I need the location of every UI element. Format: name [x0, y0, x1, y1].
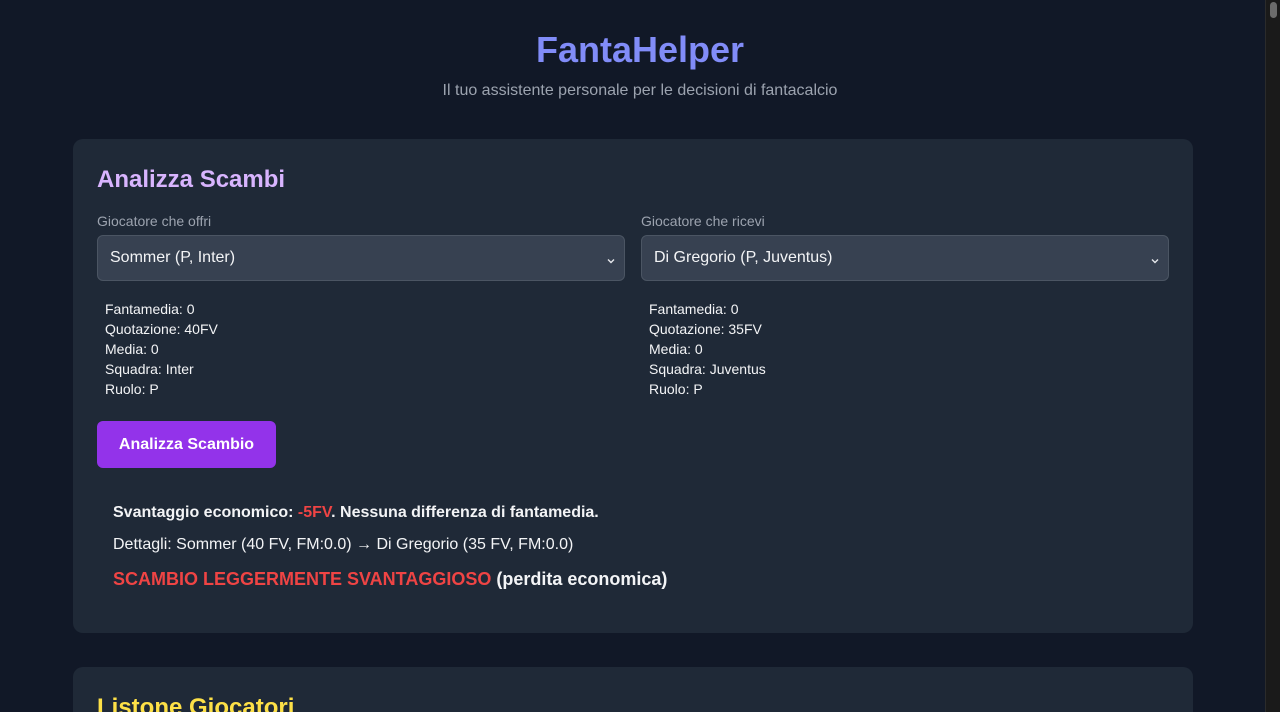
receive-player-label: Giocatore che ricevi	[641, 213, 765, 229]
result-summary-suffix: . Nessuna differenza di fantamedia.	[331, 504, 599, 521]
offer-stat-quotazione: Quotazione: 40FV	[105, 321, 218, 337]
result-verdict: SCAMBIO LEGGERMENTE SVANTAGGIOSO (perdit…	[113, 568, 667, 590]
scrollbar-thumb[interactable]	[1270, 2, 1277, 18]
result-summary: Svantaggio economico: -5FV. Nessuna diff…	[113, 503, 667, 523]
receive-player-stats: Fantamedia: 0 Quotazione: 35FV Media: 0 …	[641, 299, 1169, 399]
result-details: Dettagli: Sommer (40 FV, FM:0.0) → Di Gr…	[113, 535, 667, 555]
app-title: FantaHelper	[535, 29, 745, 70]
result-summary-prefix: Svantaggio economico:	[113, 504, 298, 521]
offer-column: Giocatore che offri Sommer (P, Inter) Fa…	[97, 213, 625, 399]
offer-stat-fantamedia: Fantamedia: 0	[105, 301, 195, 317]
analyze-trade-button[interactable]: Analizza Scambio	[97, 421, 276, 468]
result-verdict-label: SCAMBIO LEGGERMENTE SVANTAGGIOSO	[113, 569, 492, 589]
receive-stat-quotazione: Quotazione: 35FV	[649, 321, 762, 337]
result-value-badge: -5FV	[297, 504, 332, 521]
receive-stat-fantamedia: Fantamedia: 0	[649, 301, 739, 317]
receive-stat-squadra: Squadra: Juventus	[649, 361, 766, 377]
result-verdict-note: (perdita economica)	[491, 569, 668, 589]
offer-player-select[interactable]: Sommer (P, Inter)	[97, 235, 625, 281]
result-details-text: Sommer (40 FV, FM:0.0) → Di Gregorio (35…	[171, 536, 574, 553]
receive-stat-ruolo: Ruolo: P	[649, 381, 703, 397]
chevron-down-icon	[606, 253, 616, 264]
trade-section-title: Analizza Scambi	[97, 166, 286, 193]
result-details-label: Dettagli:	[113, 536, 172, 553]
offer-stat-ruolo: Ruolo: P	[105, 381, 159, 397]
chevron-down-icon	[1150, 253, 1160, 264]
trade-analysis-card: Analizza Scambi Giocatore che offri Somm…	[73, 139, 1193, 633]
page-scrollbar[interactable]	[1265, 0, 1280, 712]
player-list-title: Listone Giocatori	[97, 694, 295, 712]
receive-player-select[interactable]: Di Gregorio (P, Juventus)	[641, 235, 1169, 281]
offer-player-selected: Sommer (P, Inter)	[110, 249, 236, 266]
offer-stat-media: Media: 0	[105, 341, 159, 357]
header: FantaHelper Il tuo assistente personale …	[0, 0, 1280, 100]
receive-player-selected: Di Gregorio (P, Juventus)	[654, 249, 833, 266]
receive-column: Giocatore che ricevi Di Gregorio (P, Juv…	[641, 213, 1169, 399]
offer-stat-squadra: Squadra: Inter	[105, 361, 194, 377]
receive-stat-media: Media: 0	[649, 341, 703, 357]
app-subtitle: Il tuo assistente personale per le decis…	[442, 82, 838, 99]
player-list-card: Listone Giocatori	[73, 667, 1193, 712]
offer-player-stats: Fantamedia: 0 Quotazione: 40FV Media: 0 …	[97, 299, 625, 399]
page: FantaHelper Il tuo assistente personale …	[0, 0, 1280, 712]
trade-result: Svantaggio economico: -5FV. Nessuna diff…	[113, 503, 667, 590]
offer-player-label: Giocatore che offri	[97, 213, 212, 229]
